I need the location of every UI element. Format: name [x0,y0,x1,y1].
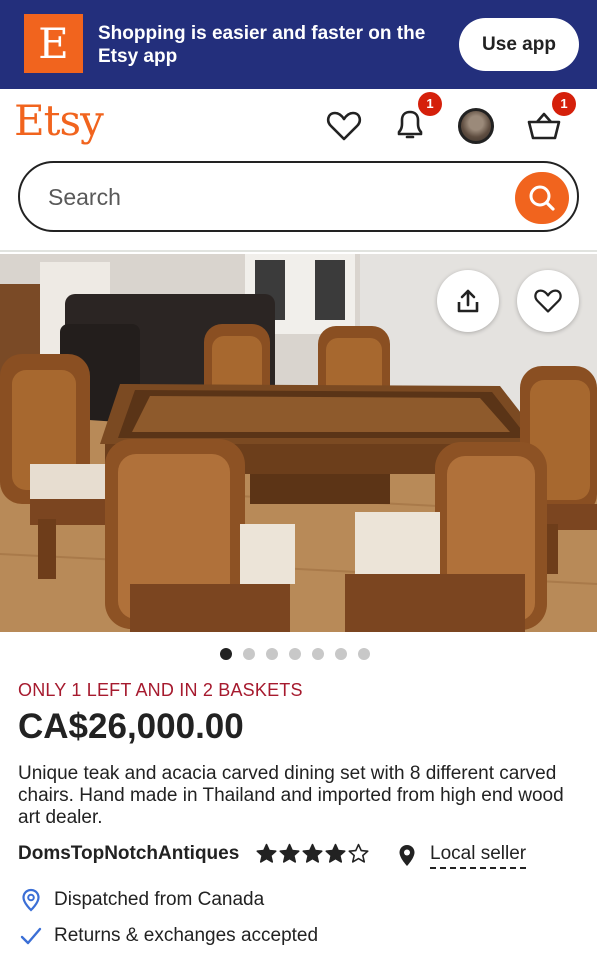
carousel-dot[interactable] [243,648,255,660]
stock-notice: ONLY 1 LEFT AND IN 2 BASKETS [18,680,303,700]
carousel-dot[interactable] [266,648,278,660]
star-rating[interactable] [256,843,369,864]
carousel-dot[interactable] [335,648,347,660]
carousel-dot[interactable] [358,648,370,660]
favorite-button[interactable] [517,270,579,332]
heart-icon [534,289,562,313]
banner-text: Shopping is easier and faster on the Ets… [98,23,426,67]
star-empty-icon [348,843,369,863]
star-filled-icon [302,843,323,863]
avatar[interactable] [458,108,494,144]
carousel-dot[interactable] [289,648,301,660]
check-icon [20,924,42,953]
shop-name-link[interactable]: DomsTopNotchAntiques [18,843,239,865]
app-banner: E Shopping is easier and faster on the E… [0,0,597,89]
search-button[interactable] [515,172,569,224]
search-icon [529,185,555,211]
price: CA$26,000.00 [18,707,244,746]
carousel-dot[interactable] [220,648,232,660]
notifications-badge: 1 [418,92,442,116]
share-button[interactable] [437,270,499,332]
star-filled-icon [279,843,300,863]
dispatch-pin-icon [20,888,42,917]
use-app-button[interactable]: Use app [459,18,579,71]
etsy-app-logo: E [24,14,83,73]
star-filled-icon [256,843,277,863]
search-bar [18,161,579,232]
dispatch-info: Dispatched from Canada [54,889,265,910]
returns-info: Returns & exchanges accepted [54,925,319,946]
local-seller-link[interactable]: Local seller [430,843,527,869]
basket-badge: 1 [552,92,576,116]
listing-description: Unique teak and acacia carved dining set… [18,763,564,828]
carousel-dots [220,648,370,662]
location-pin-icon [398,844,416,873]
carousel-dot[interactable] [312,648,324,660]
header-divider [0,250,597,252]
product-image[interactable] [0,254,597,632]
share-icon [457,289,479,313]
star-filled-icon [325,843,346,863]
etsy-logo[interactable]: Etsy [14,96,104,145]
search-input[interactable] [48,179,488,215]
favorites-heart-icon[interactable] [324,106,364,146]
